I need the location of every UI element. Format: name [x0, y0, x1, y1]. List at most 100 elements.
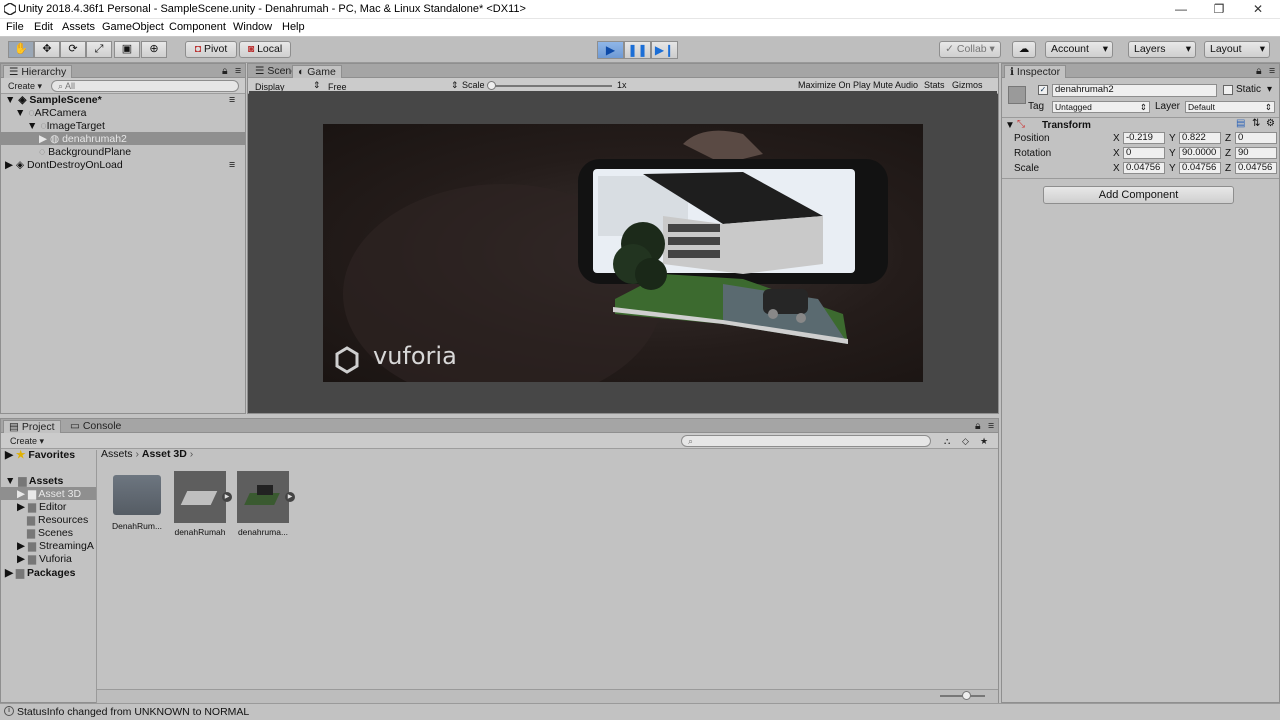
- pivot-toggle[interactable]: ◘ Pivot: [185, 41, 237, 58]
- backgroundplane-label: BackgroundPlane: [48, 146, 132, 158]
- folder-vuforia[interactable]: ▶ ▆ Vuforia: [17, 553, 72, 565]
- help-book-icon[interactable]: ▤: [1236, 118, 1245, 129]
- panel-menu-icon[interactable]: ≡: [1264, 65, 1280, 78]
- account-label: Account: [1051, 43, 1089, 55]
- menu-gameobject[interactable]: GameObject: [102, 21, 164, 33]
- hand-tool-icon[interactable]: ✋: [8, 41, 34, 58]
- preset-icon[interactable]: ⇅: [1252, 118, 1260, 129]
- close-button[interactable]: ✕: [1238, 0, 1278, 19]
- rect-tool-icon[interactable]: ▣: [114, 41, 140, 58]
- tag-dropdown[interactable]: Untagged ⇕: [1052, 101, 1150, 113]
- scale-z-field[interactable]: 0.04756: [1235, 162, 1277, 174]
- folder-scenes[interactable]: ▆ Scenes: [27, 527, 73, 539]
- scale-slider[interactable]: [488, 85, 612, 87]
- chevron-down-icon: ▾: [1185, 43, 1191, 55]
- packages-folder[interactable]: ▶ ▆ Packages: [5, 567, 75, 579]
- folder-streamingassets[interactable]: ▶ ▆ StreamingA: [17, 540, 94, 552]
- tab-game[interactable]: ◐ Game: [292, 65, 342, 78]
- hierarchy-create-button[interactable]: Create ▾: [5, 80, 45, 93]
- pause-button[interactable]: ❚❚: [624, 41, 651, 59]
- tree-item-dontdestroyonload[interactable]: ▶ ◈ DontDestroyOnLoad: [5, 159, 123, 171]
- minimize-button[interactable]: —: [1161, 0, 1201, 19]
- scale-tool-icon[interactable]: ⤢: [86, 41, 112, 58]
- expand-arrow-icon[interactable]: ▶: [285, 492, 295, 502]
- account-dropdown[interactable]: Account ▾: [1045, 41, 1113, 58]
- mute-audio-toggle[interactable]: Mute Audio: [873, 80, 918, 90]
- folder-icon: ▆: [28, 501, 37, 513]
- transform-tool-icon[interactable]: ⊕: [141, 41, 167, 58]
- scale-slider-thumb[interactable]: [487, 81, 496, 90]
- project-search-input[interactable]: ⌕: [681, 435, 931, 447]
- rotation-y-field[interactable]: 90.0000: [1179, 147, 1221, 159]
- tree-item-imagetarget[interactable]: ▼ ◌ImageTarget: [27, 120, 105, 132]
- static-checkbox[interactable]: [1223, 85, 1233, 95]
- folder-asset-3d[interactable]: ▶ ▆ Asset 3D: [17, 488, 81, 500]
- menu-file[interactable]: File: [6, 21, 24, 33]
- position-y-field[interactable]: 0.822: [1179, 132, 1221, 144]
- chevron-down-icon[interactable]: ▾: [1267, 84, 1272, 95]
- status-text[interactable]: StatusInfo changed from UNKNOWN to NORMA…: [17, 706, 249, 718]
- rotation-z-field[interactable]: 90: [1235, 147, 1277, 159]
- tree-item-denahrumah2[interactable]: ▶ ◍ denahrumah2: [39, 133, 127, 145]
- scene-menu-icon[interactable]: ≡: [229, 94, 235, 106]
- menu-help[interactable]: Help: [282, 21, 305, 33]
- asset-folder-item[interactable]: DenahRum...: [107, 475, 167, 531]
- menu-window[interactable]: Window: [233, 21, 272, 33]
- menu-component[interactable]: Component: [169, 21, 226, 33]
- local-toggle[interactable]: ◙ Local: [239, 41, 291, 58]
- scale-y-field[interactable]: 0.04756: [1179, 162, 1221, 174]
- tree-item-scene[interactable]: ▼ ◈ SampleScene*: [5, 94, 102, 106]
- step-button[interactable]: ▶❙: [651, 41, 678, 59]
- favorite-star-icon[interactable]: ★: [977, 435, 991, 448]
- tab-inspector[interactable]: ℹ Inspector: [1004, 65, 1067, 78]
- restore-button[interactable]: ❐: [1199, 0, 1239, 19]
- folder-resources[interactable]: ▆ Resources: [27, 514, 88, 526]
- icon-size-slider-thumb[interactable]: [962, 691, 971, 700]
- asset-prefab-item[interactable]: denahruma...: [233, 471, 293, 537]
- expand-arrow-icon[interactable]: ▶: [222, 492, 232, 502]
- rotation-x-field[interactable]: 0: [1123, 147, 1165, 159]
- move-tool-icon[interactable]: ✥: [34, 41, 60, 58]
- favorites-folder[interactable]: ▶ ★ Favorites: [5, 449, 75, 461]
- asset-model-item[interactable]: denahRumah: [170, 471, 230, 537]
- project-create-button[interactable]: Create ▾: [7, 435, 47, 448]
- stats-toggle[interactable]: Stats: [924, 80, 945, 90]
- folder-editor[interactable]: ▶ ▆ Editor: [17, 501, 66, 513]
- breadcrumb-asset3d[interactable]: Asset 3D: [142, 448, 187, 460]
- panel-menu-icon[interactable]: ≡: [983, 420, 999, 433]
- gear-icon[interactable]: ⚙: [1266, 118, 1275, 129]
- tab-console[interactable]: ▭ Console: [65, 420, 126, 433]
- rotate-tool-icon[interactable]: ⟳: [60, 41, 86, 58]
- gizmos-dropdown[interactable]: Gizmos: [952, 80, 983, 90]
- game-view[interactable]: vuforia: [249, 91, 997, 413]
- tree-item-backgroundplane[interactable]: ◌ BackgroundPlane: [39, 146, 131, 158]
- filter-type-icon[interactable]: ⛬: [941, 435, 953, 448]
- menu-edit[interactable]: Edit: [34, 21, 53, 33]
- collab-dropdown[interactable]: ✓ Collab ▾: [939, 41, 1001, 58]
- menu-assets[interactable]: Assets: [62, 21, 95, 33]
- object-name-field[interactable]: denahrumah2: [1052, 84, 1217, 97]
- assets-folder[interactable]: ▼ ▆ Assets: [5, 475, 63, 487]
- position-x-field[interactable]: -0.219: [1123, 132, 1165, 144]
- maximize-on-play-toggle[interactable]: Maximize On Play: [798, 80, 871, 90]
- layout-dropdown[interactable]: Layout ▾: [1204, 41, 1270, 58]
- panel-menu-icon[interactable]: ≡: [230, 65, 246, 78]
- add-component-button[interactable]: Add Component: [1043, 186, 1234, 204]
- layers-dropdown[interactable]: Layers ▾: [1128, 41, 1196, 58]
- tab-hierarchy[interactable]: ☰ Hierarchy: [3, 65, 73, 78]
- transform-title: Transform: [1042, 120, 1091, 131]
- tab-project[interactable]: ▤ Project: [3, 420, 61, 433]
- scene-menu-icon[interactable]: ≡: [229, 159, 235, 171]
- folder-icon: ▆: [27, 514, 36, 526]
- active-checkbox[interactable]: ✓: [1038, 85, 1048, 95]
- position-z-field[interactable]: 0: [1235, 132, 1277, 144]
- filter-label-icon[interactable]: ◇: [959, 435, 972, 448]
- breadcrumb-assets[interactable]: Assets: [101, 448, 133, 460]
- cloud-icon[interactable]: ☁: [1012, 41, 1036, 58]
- hierarchy-search-input[interactable]: ⌕ All: [51, 80, 239, 92]
- layer-dropdown[interactable]: Default ⇕: [1185, 101, 1275, 113]
- play-button[interactable]: ▶: [597, 41, 624, 59]
- tree-item-arcamera[interactable]: ▼ ◌ARCamera: [15, 107, 87, 119]
- scale-x-field[interactable]: 0.04756: [1123, 162, 1165, 174]
- transform-foldout-icon[interactable]: ▼: [1005, 120, 1015, 131]
